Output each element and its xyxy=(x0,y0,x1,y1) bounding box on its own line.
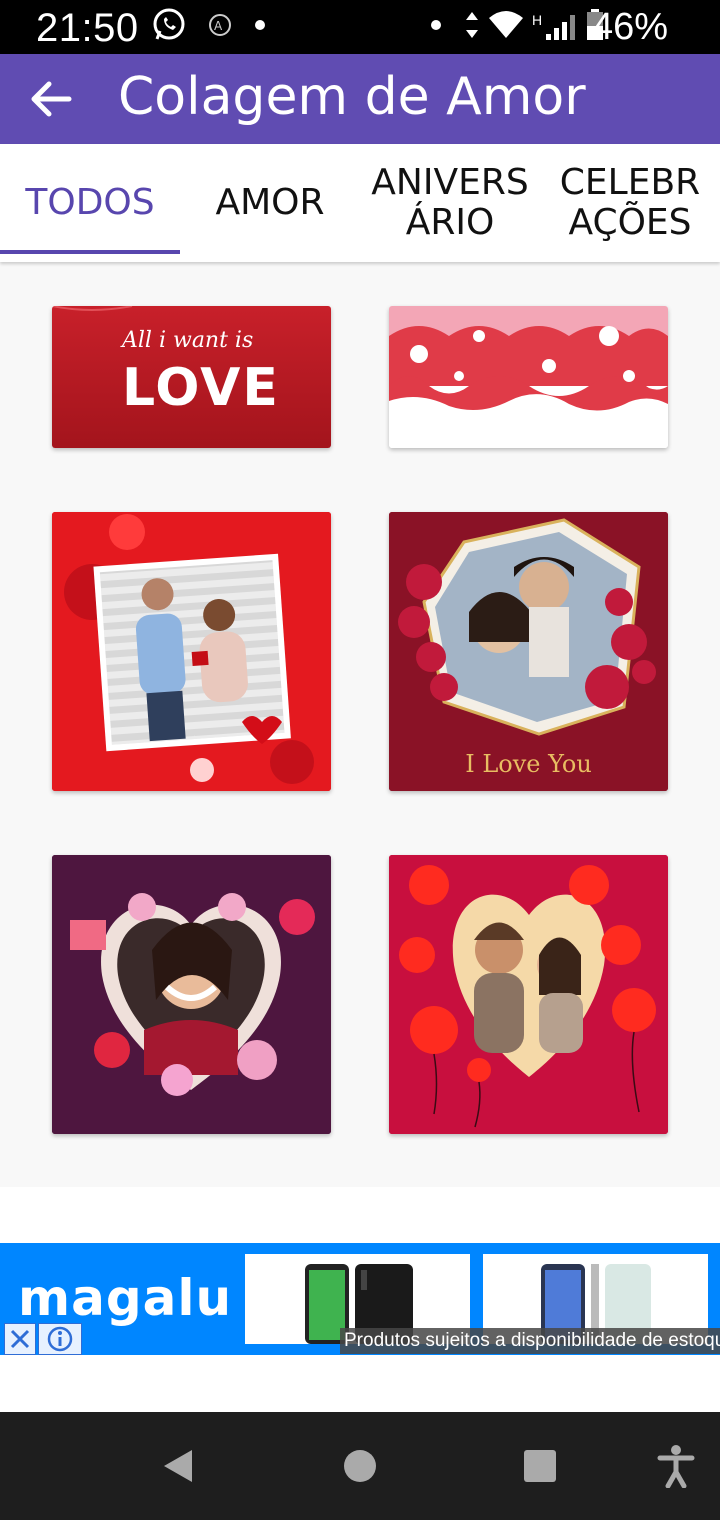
ad-brand-logo: magalu xyxy=(18,1269,233,1327)
page-title: Colagem de Amor xyxy=(118,67,586,127)
tab-label-line2: ÁRIO xyxy=(405,202,495,243)
i-love-you-frame-template-card[interactable]: I Love You xyxy=(389,512,668,791)
balloons-heart-frame-art xyxy=(389,855,668,1134)
ad-close-button[interactable] xyxy=(4,1323,36,1355)
tab-label: AMOR xyxy=(215,182,325,223)
signal-icon: H xyxy=(532,12,578,42)
love-template-card[interactable]: All i want is LOVE xyxy=(52,306,331,448)
hearts-clouds-art xyxy=(389,306,668,448)
i-love-you-caption: I Love You xyxy=(465,750,592,778)
back-button[interactable] xyxy=(24,72,78,126)
love-caption: All i want is xyxy=(122,328,254,353)
status-time: 21:50 xyxy=(36,6,139,50)
accessibility-icon xyxy=(657,1445,695,1488)
proposal-frame-template-card[interactable] xyxy=(52,512,331,791)
love-big-text: LOVE xyxy=(122,358,280,418)
tab-celebracoes[interactable]: CELEBR AÇÕES xyxy=(540,144,720,262)
sync-icon: A xyxy=(206,11,234,44)
status-notification-icons: A xyxy=(152,8,266,47)
tab-label-line1: ANIVERS xyxy=(371,162,529,203)
wifi-icon xyxy=(488,10,524,45)
nav-accessibility-button[interactable] xyxy=(654,1444,698,1488)
category-tabs: TODOS AMOR ANIVERS ÁRIO CELEBR AÇÕES xyxy=(0,144,720,262)
app-bar: Colagem de Amor xyxy=(0,54,720,144)
proposal-frame-art xyxy=(52,512,331,791)
nav-home-button[interactable] xyxy=(338,1444,382,1488)
close-icon xyxy=(10,1329,30,1349)
ad-info-button[interactable] xyxy=(38,1323,82,1355)
tab-amor[interactable]: AMOR xyxy=(180,144,360,262)
arrow-left-icon xyxy=(31,81,72,117)
tab-todos[interactable]: TODOS xyxy=(0,144,180,262)
data-arrows-icon xyxy=(464,10,480,45)
nav-back-button[interactable] xyxy=(156,1444,200,1488)
back-nav-icon xyxy=(164,1450,192,1482)
nav-recents-button[interactable] xyxy=(518,1444,562,1488)
status-system-icons: H xyxy=(430,8,604,45)
dot-icon xyxy=(430,18,442,36)
tab-aniversario[interactable]: ANIVERS ÁRIO xyxy=(360,144,540,262)
status-bar: 21:50 A H 46% xyxy=(0,0,720,54)
ad-disclaimer: Produtos sujeitos a disponibilidade de e… xyxy=(340,1328,720,1354)
cupid-heart-frame-template-card[interactable] xyxy=(52,855,331,1134)
home-nav-icon xyxy=(344,1450,376,1482)
balloons-heart-frame-template-card[interactable] xyxy=(389,855,668,1134)
tab-label: TODOS xyxy=(25,182,155,223)
whatsapp-icon xyxy=(152,8,186,47)
tab-label-line2: AÇÕES xyxy=(568,202,692,243)
tab-label-line1: CELEBR xyxy=(559,162,701,203)
active-tab-indicator xyxy=(0,250,180,254)
info-icon xyxy=(47,1326,73,1352)
network-type-label: H xyxy=(532,12,543,28)
cupid-heart-frame-art xyxy=(52,855,331,1134)
template-grid: All i want is LOVE I Love You xyxy=(0,262,720,1187)
svg-text:A: A xyxy=(214,19,223,33)
recents-nav-icon xyxy=(524,1450,556,1482)
battery-percent: 46% xyxy=(591,6,668,48)
system-nav-bar xyxy=(0,1412,720,1520)
hearts-clouds-template-card[interactable] xyxy=(389,306,668,448)
dot-icon xyxy=(254,18,266,36)
